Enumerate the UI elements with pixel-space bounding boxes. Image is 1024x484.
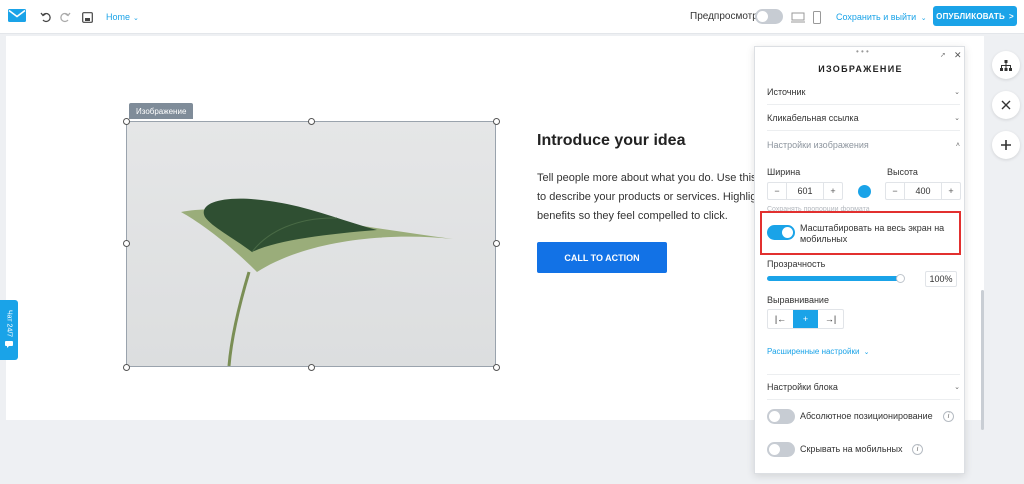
close-icon[interactable]: ✕ [954,50,962,61]
section-image-settings-label: Настройки изображения [767,140,869,150]
opacity-value[interactable]: 100% [925,271,957,287]
section-source[interactable]: Источник ⌄ [767,79,960,105]
width-stepper: − 601 + [767,182,843,200]
body-line: Tell people more about what you do. Use … [537,172,755,184]
opacity-label: Прозрачность [767,259,826,269]
width-increment-button[interactable]: + [824,186,842,196]
top-toolbar: Home ⌄ Предпросмотр Сохранить и выйти ⌄ О… [0,0,1024,34]
align-right-button[interactable]: →| [818,310,843,328]
section-image-settings[interactable]: Настройки изображения ˄ [767,132,960,158]
width-decrement-button[interactable]: − [768,186,786,196]
call-to-action-button[interactable]: CALL TO ACTION [537,242,667,273]
resize-handle-bottom-left[interactable] [123,364,130,371]
chevron-right-icon: > [1008,11,1014,21]
save-and-exit-button[interactable]: Сохранить и выйти ⌄ [836,12,927,22]
resize-handle-left[interactable] [123,240,130,247]
pin-icon[interactable]: ➚ [940,51,946,59]
chevron-down-icon: ⌄ [954,384,960,391]
close-editor-button[interactable] [992,91,1020,119]
leaf-image [181,198,453,367]
resize-handle-bottom-right[interactable] [493,364,500,371]
publish-label: ОПУБЛИКОВАТЬ [936,11,1005,21]
hide-mobile-label: Скрывать на мобильных [800,444,903,454]
width-label: Ширина [767,167,801,177]
content-body-text[interactable]: Tell people more about what you do. Use … [537,169,755,225]
advanced-settings-link[interactable]: Расширенные настройки ⌄ [767,347,870,356]
scale-mobile-toggle[interactable] [767,225,795,240]
plus-icon [1001,140,1011,150]
selected-image[interactable] [126,121,496,367]
close-icon [1001,100,1011,110]
advanced-settings-label: Расширенные настройки [767,347,860,356]
undo-icon[interactable] [38,9,54,25]
page-select-label: Home [106,12,131,22]
align-center-button[interactable]: + [793,310,818,328]
panel-title: ИЗОБРАЖЕНИЕ [818,64,903,74]
chevron-down-icon: ⌄ [920,15,927,22]
info-icon[interactable]: i [912,444,923,455]
chevron-down-icon: ⌄ [954,88,960,96]
image-block-tag: Изображение [129,103,194,119]
aspect-lock-button[interactable] [858,185,871,198]
image-settings-panel: • • • ➚ ✕ ИЗОБРАЖЕНИЕ Источник ⌄ Кликабе… [754,46,965,474]
mobile-view-icon[interactable] [809,9,825,25]
chevron-down-icon: ⌄ [863,349,870,356]
page-select-dropdown[interactable]: Home ⌄ [106,12,139,22]
alignment-label: Выравнивание [767,295,829,305]
add-block-button[interactable] [992,131,1020,159]
drag-handle-icon[interactable]: • • • [856,47,869,56]
resize-handle-top-left[interactable] [123,118,130,125]
resize-handle-top[interactable] [308,118,315,125]
height-label: Высота [887,167,918,177]
alignment-group: |← + →| [767,309,844,329]
save-and-exit-label: Сохранить и выйти [836,12,917,22]
scale-mobile-label: Масштабировать на весь экран на мобильны… [800,223,944,245]
body-line: to describe your products or services. H… [537,191,755,203]
scale-mobile-line: мобильных [800,234,848,244]
section-source-label: Источник [767,86,806,97]
redo-icon[interactable] [57,9,73,25]
hide-mobile-toggle[interactable] [767,442,795,457]
width-input[interactable]: 601 [786,183,824,199]
height-input[interactable]: 400 [904,183,942,199]
opacity-slider-thumb[interactable] [896,274,905,283]
chat-widget-tab[interactable]: Чат 24/7 [0,300,18,360]
chevron-down-icon: ⌄ [954,114,960,122]
info-icon[interactable]: i [943,411,954,422]
section-block-settings-label: Настройки блока [767,382,838,392]
content-heading[interactable]: Introduce your idea [537,132,685,150]
section-link-label: Кликабельная ссылка [767,112,859,123]
height-stepper: − 400 + [885,182,961,200]
section-link[interactable]: Кликабельная ссылка ⌄ [767,105,960,131]
chevron-down-icon: ⌄ [133,15,139,22]
scale-mobile-line: Масштабировать на весь экран на [800,223,945,233]
chat-bubble-icon [5,340,13,350]
align-left-button[interactable]: |← [768,310,793,328]
canvas-scrollbar[interactable] [981,290,984,430]
preview-label: Предпросмотр [690,11,758,22]
chat-label: Чат 24/7 [5,310,13,338]
absolute-position-toggle[interactable] [767,409,795,424]
section-block-settings[interactable]: Настройки блока ⌄ [767,374,960,400]
publish-button[interactable]: ОПУБЛИКОВАТЬ > [933,6,1017,26]
height-increment-button[interactable]: + [942,186,960,196]
resize-handle-bottom[interactable] [308,364,315,371]
chevron-up-icon: ˄ [955,141,960,149]
resize-handle-top-right[interactable] [493,118,500,125]
envelope-logo-icon[interactable] [8,9,26,22]
desktop-view-icon[interactable] [790,9,806,25]
resize-handle-right[interactable] [493,240,500,247]
structure-tree-button[interactable] [992,51,1020,79]
body-line: benefits so they feel compelled to click… [537,210,728,222]
sitemap-icon [1000,59,1012,71]
save-disk-icon[interactable] [79,9,95,25]
opacity-slider[interactable] [767,276,904,281]
preview-toggle[interactable] [755,9,783,24]
absolute-position-label: Абсолютное позиционирование [800,411,933,421]
height-decrement-button[interactable]: − [886,186,904,196]
